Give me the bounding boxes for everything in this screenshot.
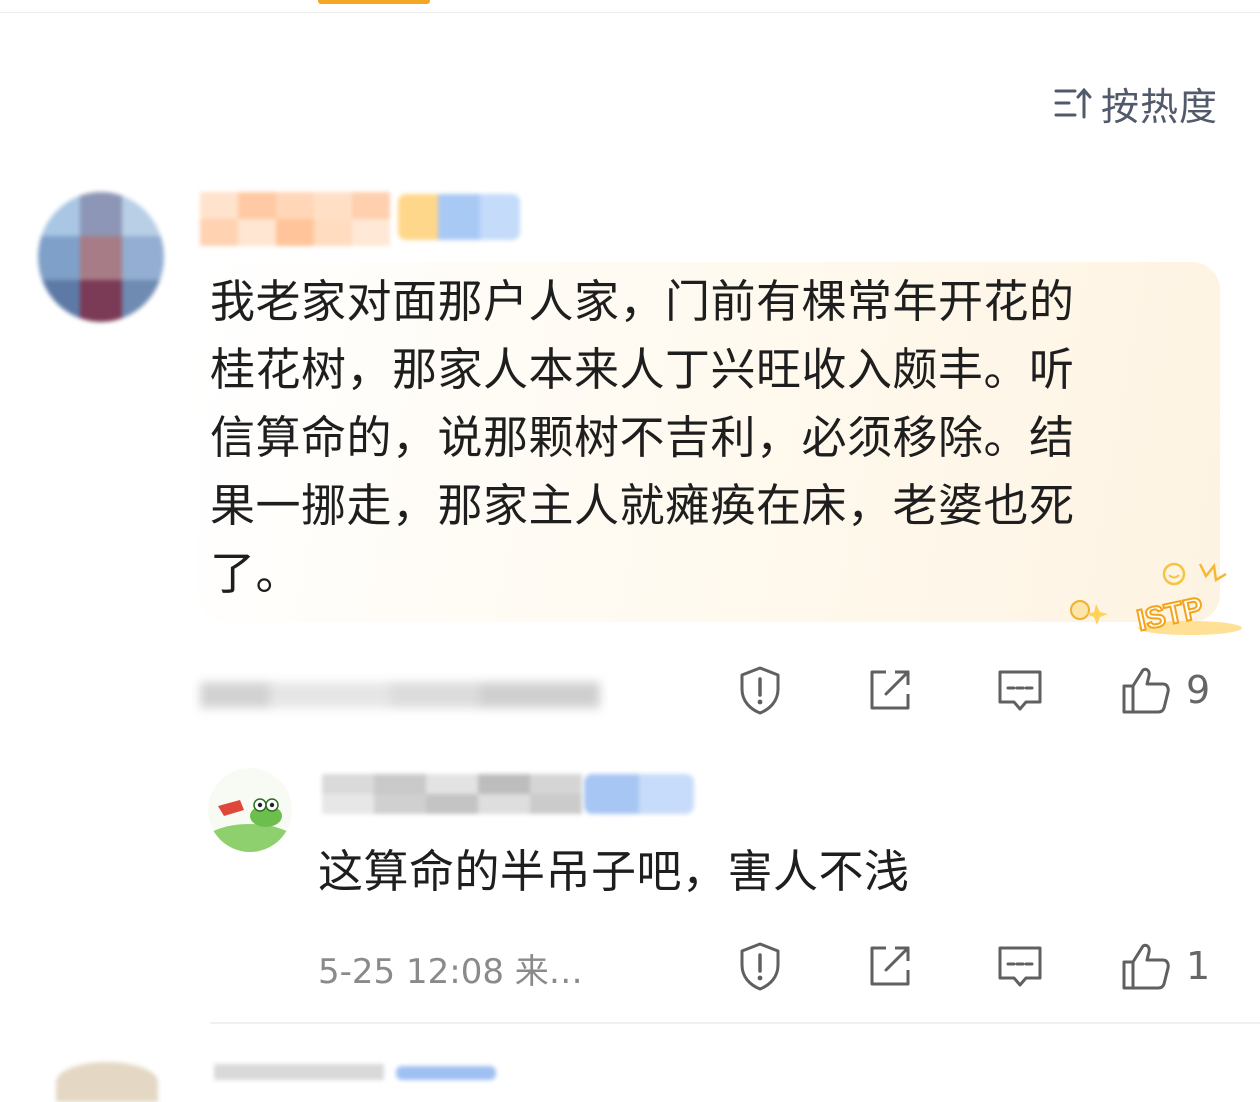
- comment-line: 果一挪走，那家主人就瘫痪在床，老婆也死: [210, 479, 1075, 532]
- comment-icon: [998, 946, 1042, 987]
- next-comment-username[interactable]: [214, 1064, 384, 1080]
- like-count: 9: [1186, 668, 1211, 712]
- reply-username[interactable]: [322, 774, 582, 814]
- share-icon: [870, 670, 910, 710]
- share-button[interactable]: [864, 664, 916, 716]
- like-button[interactable]: 9: [1120, 664, 1210, 716]
- reply-like-button[interactable]: 1: [1120, 940, 1210, 992]
- reply-user-badge: [584, 774, 694, 814]
- sort-label: 按热度: [1100, 84, 1218, 129]
- comment-divider: [210, 1022, 1260, 1024]
- comment-line: 了。: [210, 547, 302, 600]
- active-tab-indicator: [318, 0, 430, 4]
- comment-line: 桂花树，那家人本来人丁兴旺收入颇丰。听: [210, 343, 1075, 396]
- share-icon: [870, 946, 910, 986]
- comment-icon: [998, 670, 1042, 711]
- avatar[interactable]: [38, 192, 164, 322]
- user-badge: [398, 194, 520, 240]
- sort-icon: [1054, 87, 1092, 119]
- reply-avatar[interactable]: [208, 768, 292, 852]
- comment-text: 我老家对面那户人家，门前有棵常年开花的 桂花树，那家人本来人丁兴旺收入颇丰。听 …: [210, 268, 1200, 608]
- like-icon: [1122, 943, 1170, 990]
- reply-text: 这算命的半吊子吧，害人不浅: [318, 845, 910, 898]
- report-icon: [740, 942, 780, 991]
- report-icon: [740, 666, 780, 715]
- reply-timestamp: 5-25 12:08 来…: [318, 952, 583, 992]
- reply-report-button[interactable]: [734, 940, 786, 992]
- report-button[interactable]: [734, 664, 786, 716]
- like-count: 1: [1186, 944, 1211, 988]
- comment-line: 我老家对面那户人家，门前有棵常年开花的: [210, 275, 1075, 328]
- reply-share-button[interactable]: [864, 940, 916, 992]
- next-comment-badge: [396, 1066, 496, 1080]
- comment-meta: [200, 676, 600, 716]
- next-comment-avatar[interactable]: [56, 1062, 158, 1102]
- istp-badge-sticker: ISTP: [1070, 562, 1242, 639]
- comment-line: 信算命的，说那颗树不吉利，必须移除。结: [210, 411, 1075, 464]
- username[interactable]: [200, 192, 390, 246]
- sort-by-hot-button[interactable]: 按热度: [1053, 78, 1218, 129]
- top-divider: [0, 12, 1260, 13]
- reply-comment-button[interactable]: [994, 940, 1046, 992]
- like-icon: [1122, 667, 1170, 714]
- reply-button[interactable]: [994, 664, 1046, 716]
